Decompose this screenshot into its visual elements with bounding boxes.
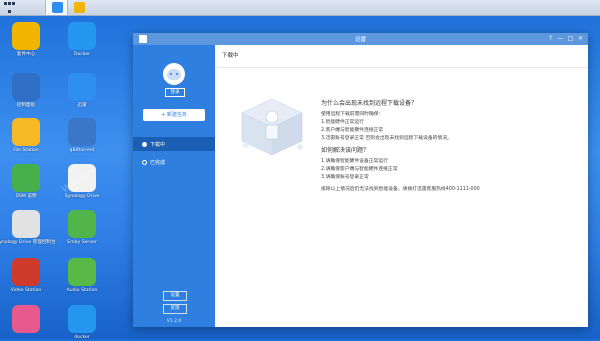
nav-item-label: 已完成 [150, 159, 166, 166]
taskbar-thunder-app[interactable] [45, 0, 68, 15]
desktop-icon[interactable]: 迅雷 [49, 73, 115, 109]
desktop-icon-label: 控制面板 [16, 103, 36, 108]
new-task-button[interactable]: + 新建任务 [143, 109, 205, 121]
desktop-icon[interactable]: Emby Server [49, 210, 115, 246]
photos-icon [12, 305, 40, 333]
main-panel: 下载中 为什么会出现未找到远程下载设备？ 使用远程下载前需同时确保： 1.智能硬… [215, 45, 588, 327]
thunder-window: 迅雷 ? — □ ✕ 登录 + 新建任务 下载中 已完成 设置 反馈 V1.2.… [133, 33, 588, 327]
synology-drive-icon [68, 164, 96, 192]
desktop-icon[interactable]: docker [49, 305, 115, 341]
user-face-icon [167, 68, 181, 80]
help-text: 为什么会出现未找到远程下载设备？ 使用远程下载前需同时确保： 1.智能硬件正常运… [321, 100, 581, 194]
audio-station-icon [68, 258, 96, 286]
help-question-icon [12, 164, 40, 192]
desktop-icon[interactable]: qBittorrent [49, 118, 115, 154]
avatar[interactable] [163, 63, 185, 85]
package-center-icon [12, 22, 40, 50]
desktop-icon-label: Synology Drive [64, 194, 100, 199]
help-button[interactable]: ? [547, 34, 554, 44]
nav-item-label: 下载中 [150, 141, 166, 148]
qbittorrent-icon [68, 118, 96, 146]
help-item: 1.请确保智能硬件设备正常运行 [321, 159, 388, 164]
desktop-icon-label: docker [74, 335, 90, 340]
taskbar-package-center-app[interactable] [67, 0, 90, 15]
sidebar: 登录 + 新建任务 下载中 已完成 设置 反馈 V1.2.0 [133, 45, 215, 327]
download-icon [142, 141, 147, 147]
desktop-icon-label: Synology Drive 管理控制台 [0, 240, 56, 245]
help-item: 2.请确保客户端与智能硬件连接正常 [321, 167, 398, 172]
nav-item-completed[interactable]: 已完成 [133, 155, 215, 169]
help-question-title: 为什么会出现未找到远程下载设备？ [321, 100, 418, 107]
desktop-icon-label: Emby Server [67, 240, 97, 245]
desktop-icon-label: Docker [73, 52, 91, 57]
taskbar [0, 0, 600, 16]
help-footer-note: 排除以上情况后仍无法找到智能设备，请拨打迅雷客服热线400-1111-000 [321, 187, 480, 192]
help-solution-title: 如何解决该问题？ [321, 147, 370, 154]
help-item: 2.客户端与智能硬件连接正常 [321, 128, 384, 133]
drive-admin-icon [12, 210, 40, 238]
feedback-button[interactable]: 反馈 [163, 304, 187, 314]
settings-button[interactable]: 设置 [163, 291, 187, 301]
window-title: 迅雷 [354, 37, 366, 43]
maximize-button[interactable]: □ [567, 34, 574, 44]
login-button[interactable]: 登录 [165, 88, 185, 97]
minimize-button[interactable]: — [557, 34, 564, 44]
desktop-icon-label: DSM 说明 [15, 194, 37, 199]
close-button[interactable]: ✕ [577, 34, 584, 44]
docker-whale-icon [68, 22, 96, 50]
desktop-icon-label: Video Station [10, 288, 42, 293]
folder-icon [12, 118, 40, 146]
desktop-icon-label: 迅雷 [77, 103, 87, 108]
check-icon [142, 159, 147, 165]
desktop-icon[interactable]: Docker [49, 22, 115, 58]
thunder-bird-icon [51, 2, 63, 13]
emby-icon [68, 210, 96, 238]
version-label: V1.2.0 [166, 319, 182, 324]
thunder-bird-icon [68, 73, 96, 101]
window-titlebar[interactable]: 迅雷 ? — □ ✕ [133, 33, 588, 45]
package-center-icon [73, 2, 85, 13]
control-panel-icon [12, 73, 40, 101]
help-item: 3.迅雷账号登录正常 否则会出现未找到远程下载设备的情况。 [321, 136, 452, 141]
desktop-icon[interactable]: Synology Drive [49, 164, 115, 200]
help-item: 1.智能硬件正常运行 [321, 120, 364, 125]
nav-item-downloading[interactable]: 下载中 [133, 137, 215, 151]
desktop-icon-label: Audio Station [66, 288, 98, 293]
desktop-icon-label: File Station [13, 148, 39, 153]
docker-logo-icon [68, 305, 96, 333]
help-intro: 使用远程下载前需同时确保： [321, 112, 384, 117]
desktop-icon[interactable]: Audio Station [49, 258, 115, 294]
main-menu-icon[interactable] [3, 0, 15, 15]
video-station-icon [12, 258, 40, 286]
desktop-icon-label: qBittorrent [69, 148, 95, 153]
no-device-illustration [241, 98, 303, 156]
desktop-icon-label: 套件中心 [16, 52, 36, 57]
help-item: 3.请确保账号登录正常 [321, 175, 369, 180]
page-title: 下载中 [215, 45, 588, 68]
